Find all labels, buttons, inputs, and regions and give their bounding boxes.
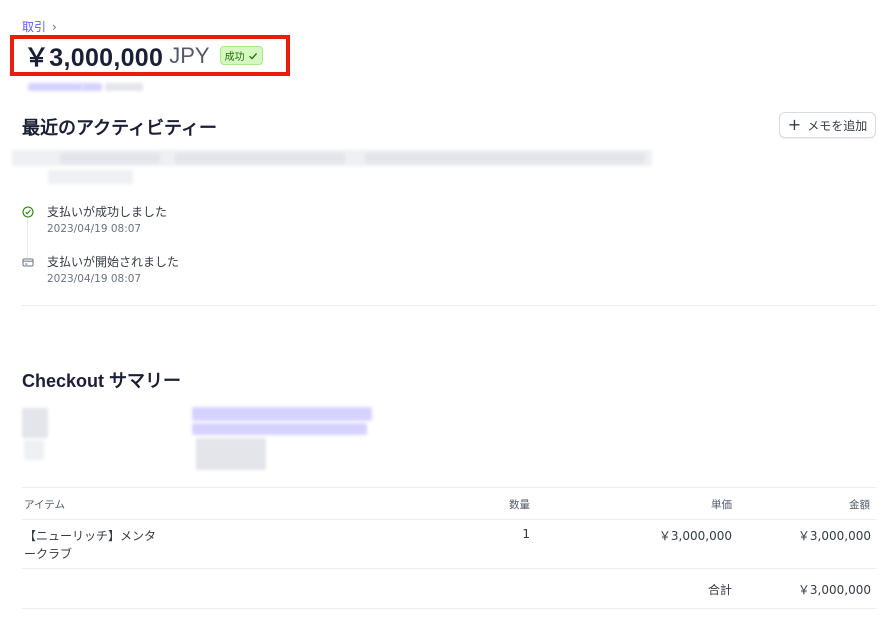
table-header-border (22, 519, 876, 520)
check-circle-icon (22, 206, 34, 218)
total-value: ￥3,000,000 (797, 583, 871, 597)
add-memo-button[interactable]: + メモを追加 (779, 112, 876, 138)
redacted-text (192, 407, 372, 421)
chevron-right-icon: › (52, 19, 57, 34)
redacted-text (175, 153, 345, 163)
redacted-text (48, 170, 133, 184)
card-icon (22, 256, 34, 268)
breadcrumb: 取引 › (22, 18, 57, 35)
redacted-text (82, 83, 102, 91)
section-divider (22, 305, 876, 306)
add-memo-label: メモを追加 (807, 118, 868, 133)
status-badge-label: 成功 (224, 52, 245, 63)
checkout-section-title: Checkout サマリー (22, 371, 182, 391)
breadcrumb-link-transactions[interactable]: 取引 (22, 18, 46, 35)
redacted-text (22, 408, 48, 438)
plus-icon: + (787, 115, 802, 134)
redacted-text (196, 438, 266, 470)
column-header-item: アイテム (24, 499, 65, 511)
timeline-connector (27, 218, 28, 258)
payment-currency: JPY (169, 42, 210, 68)
checkmark-icon (248, 52, 257, 60)
table-bottom-border (22, 608, 876, 609)
item-name-line1: 【ニューリッチ】メンタ (24, 529, 157, 543)
table-top-border (22, 487, 876, 488)
timeline-event-title: 支払いが開始されました (47, 255, 180, 269)
activity-section-title: 最近のアクティビティー (22, 118, 217, 138)
redacted-text (192, 423, 367, 435)
redacted-text (28, 83, 83, 91)
timeline-event-time: 2023/04/19 08:07 (47, 273, 142, 285)
redacted-text (105, 83, 143, 91)
redacted-text (365, 153, 645, 163)
timeline-event-title: 支払いが成功しました (47, 205, 168, 219)
timeline-event-time: 2023/04/19 08:07 (47, 223, 142, 235)
item-qty: 1 (522, 527, 530, 541)
redacted-text (60, 153, 160, 163)
status-badge: 成功 (219, 46, 263, 65)
table-row-border (22, 568, 876, 569)
column-header-qty: 数量 (509, 499, 530, 511)
total-label: 合計 (707, 583, 732, 597)
column-header-amount: 金額 (849, 499, 870, 511)
item-amount: ￥3,000,000 (797, 529, 871, 543)
column-header-unit-price: 単価 (711, 499, 732, 511)
payment-amount-header: ￥3,000,000 JPY 成功 (10, 35, 290, 76)
payment-amount: ￥3,000,000 (24, 43, 164, 72)
redacted-text (24, 440, 44, 460)
item-unit-price: ￥3,000,000 (658, 529, 732, 543)
item-name-line2: ークラブ (24, 547, 73, 561)
